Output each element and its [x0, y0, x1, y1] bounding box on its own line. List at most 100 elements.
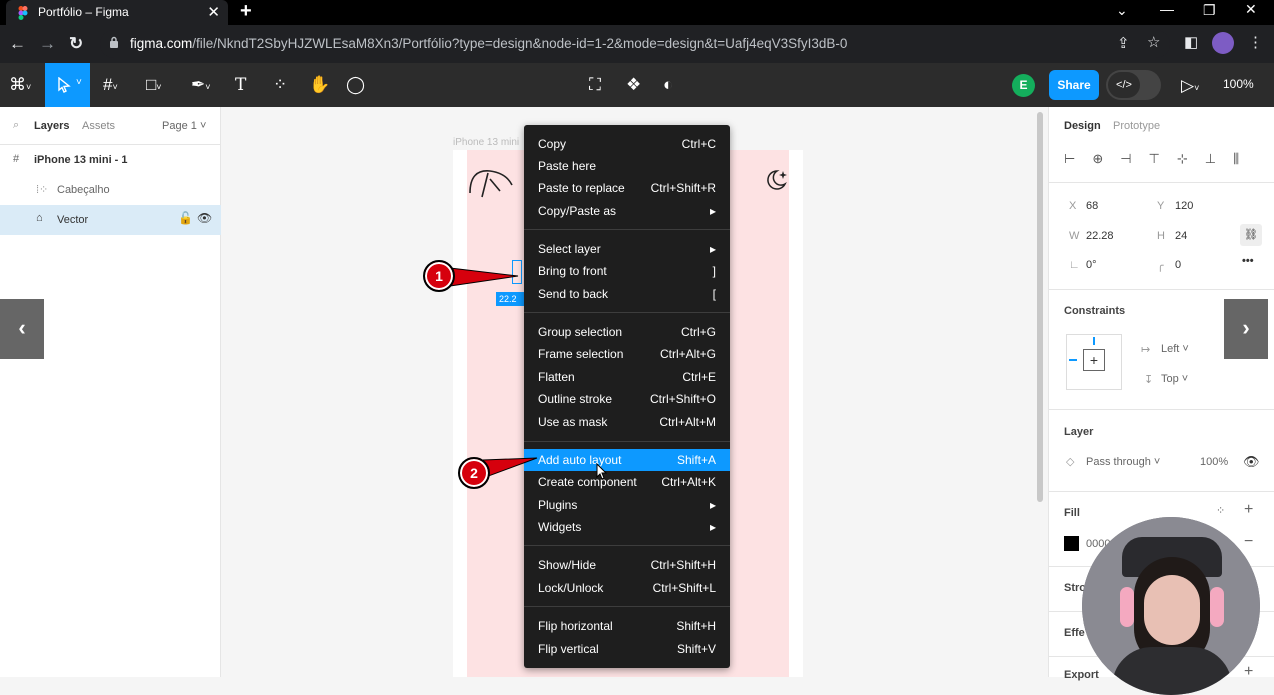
- next-slide-button[interactable]: ›: [1224, 299, 1268, 359]
- page-selector[interactable]: Page 1 ˅: [162, 120, 206, 132]
- search-icon[interactable]: ⌕: [13, 119, 19, 132]
- move-tool-button[interactable]: ˅: [45, 63, 90, 107]
- text-tool-icon[interactable]: T: [235, 75, 246, 95]
- alignment-icons[interactable]: ⊢⊕⊣⊤⊹⊥⫼: [1064, 151, 1256, 167]
- share-page-icon[interactable]: ⇪: [1117, 34, 1130, 52]
- figma-main-menu-icon[interactable]: ⌘˅: [9, 75, 31, 95]
- menu-item-flip-vertical[interactable]: Flip vertical Shift+V: [524, 638, 730, 660]
- menu-item-copy-paste-as[interactable]: Copy/Paste as ▸: [524, 200, 730, 222]
- minimize-icon[interactable]: —: [1160, 1, 1174, 17]
- menu-item-copy[interactable]: Copy Ctrl+C: [524, 133, 730, 155]
- constraints-widget[interactable]: +: [1066, 334, 1122, 390]
- present-play-icon[interactable]: ▷˅: [1181, 76, 1199, 96]
- layer-label: Vector: [57, 214, 89, 226]
- radius-input[interactable]: 0: [1175, 259, 1181, 271]
- menu-item-paste-here[interactable]: Paste here: [524, 155, 730, 177]
- x-input[interactable]: 68: [1086, 200, 1098, 212]
- visibility-eye-icon[interactable]: 👁: [197, 211, 212, 225]
- hand-tool-icon[interactable]: ✋: [309, 75, 330, 95]
- tab-prototype[interactable]: Prototype: [1113, 120, 1160, 132]
- new-tab-button[interactable]: +: [240, 0, 252, 23]
- share-button[interactable]: Share: [1049, 70, 1099, 100]
- component-icon[interactable]: ❖: [626, 75, 641, 95]
- fill-swatch[interactable]: [1064, 536, 1079, 551]
- menu-item-plugins[interactable]: Plugins ▸: [524, 494, 730, 516]
- forward-icon[interactable]: →: [39, 34, 56, 54]
- cursor-icon: [58, 77, 71, 93]
- width-input[interactable]: 22.28: [1086, 230, 1114, 242]
- menu-shortcut: Ctrl+Shift+L: [652, 581, 716, 595]
- constraint-h-value: Left: [1161, 343, 1180, 355]
- menu-item-select-layer[interactable]: Select layer ▸: [524, 238, 730, 260]
- shape-tool-icon[interactable]: □˅: [146, 75, 162, 95]
- dev-mode-toggle[interactable]: </>: [1106, 70, 1161, 100]
- bookmark-star-icon[interactable]: ☆: [1147, 33, 1160, 51]
- blend-mode-icon: ◇: [1066, 456, 1075, 468]
- tab-design[interactable]: Design: [1064, 120, 1101, 132]
- more-options-icon[interactable]: •••: [1242, 255, 1254, 267]
- profile-avatar[interactable]: [1212, 32, 1234, 54]
- frame-label[interactable]: iPhone 13 mini: [453, 137, 519, 148]
- contrast-icon[interactable]: ◐: [663, 75, 673, 95]
- style-grid-icon[interactable]: ⁘: [1216, 504, 1225, 517]
- chrome-menu-icon[interactable]: ⋮: [1248, 33, 1263, 51]
- menu-item-add-auto-layout[interactable]: Add auto layout Shift+A: [524, 449, 730, 471]
- menu-item-use-as-mask[interactable]: Use as mask Ctrl+Alt+M: [524, 411, 730, 433]
- constrain-proportions-icon[interactable]: ⛓: [1240, 224, 1262, 246]
- layer-row-group[interactable]: ⁞⁘ Cabeçalho: [0, 175, 221, 205]
- menu-item-bring-to-front[interactable]: Bring to front]: [524, 260, 730, 282]
- menu-item-frame-selection[interactable]: Frame selection Ctrl+Alt+G: [524, 343, 730, 365]
- menu-item-flip-horizontal[interactable]: Flip horizontal Shift+H: [524, 615, 730, 637]
- menu-label: Paste to replace: [538, 181, 625, 195]
- rotation-input[interactable]: 0°: [1086, 259, 1097, 271]
- window-close-icon[interactable]: ✕: [1245, 1, 1257, 18]
- menu-shortcut: Ctrl+Shift+O: [649, 392, 716, 406]
- menu-item-send-to-back[interactable]: Send to back [: [524, 283, 730, 305]
- zoom-level[interactable]: 100%: [1223, 77, 1254, 91]
- menu-item-widgets[interactable]: Widgets ▸: [524, 516, 730, 538]
- url-domain: figma.com: [130, 36, 193, 51]
- tab-search-icon[interactable]: ⌄: [1116, 2, 1128, 19]
- blend-mode-select[interactable]: Pass through ˅: [1086, 456, 1160, 468]
- menu-item-flatten[interactable]: Flatten Ctrl+E: [524, 366, 730, 388]
- constraint-h-select[interactable]: Left ˅: [1161, 343, 1189, 355]
- menu-item-outline-stroke[interactable]: Outline stroke Ctrl+Shift+O: [524, 388, 730, 410]
- menu-item-create-component[interactable]: Create component Ctrl+Alt+K: [524, 471, 730, 493]
- pen-tool-icon[interactable]: ✒˅: [191, 75, 211, 95]
- previous-slide-button[interactable]: ‹: [0, 299, 44, 359]
- side-panel-icon[interactable]: ◧: [1184, 33, 1198, 51]
- layer-row-vector[interactable]: ⌂ Vector 🔓 👁: [0, 205, 221, 235]
- collaborator-avatar[interactable]: E: [1012, 74, 1035, 97]
- layer-row-frame[interactable]: # iPhone 13 mini - 1: [0, 145, 221, 175]
- moon-icon[interactable]: [763, 167, 789, 193]
- browser-tab[interactable]: Portfólio – Figma ✕: [6, 0, 228, 25]
- tab-layers[interactable]: Layers: [34, 120, 69, 132]
- figma-favicon-icon: [18, 6, 28, 20]
- y-input[interactable]: 120: [1175, 200, 1193, 212]
- menu-item-paste-to-replace[interactable]: Paste to replace Ctrl+Shift+R: [524, 177, 730, 199]
- comment-icon[interactable]: ◯: [346, 75, 365, 95]
- resources-icon[interactable]: ⁘: [273, 75, 287, 95]
- menu-item-lock-unlock[interactable]: Lock/Unlock Ctrl+Shift+L: [524, 577, 730, 599]
- tab-assets[interactable]: Assets: [82, 120, 115, 132]
- lock-icon[interactable]: 🔓: [178, 211, 193, 225]
- restore-icon[interactable]: ❐: [1203, 2, 1216, 19]
- opacity-input[interactable]: 100%: [1200, 456, 1228, 468]
- mouse-cursor-icon: [596, 463, 608, 480]
- back-icon[interactable]: ←: [9, 34, 26, 54]
- tab-close-icon[interactable]: ✕: [207, 3, 220, 21]
- menu-label: Copy: [538, 137, 567, 151]
- visibility-eye-icon[interactable]: 👁: [1243, 454, 1260, 470]
- canvas-scrollbar[interactable]: [1037, 112, 1043, 502]
- height-input[interactable]: 24: [1175, 230, 1187, 242]
- menu-divider: [524, 545, 730, 546]
- menu-item-show-hide[interactable]: Show/Hide Ctrl+Shift+H: [524, 554, 730, 576]
- menu-divider: [524, 606, 730, 607]
- reload-icon[interactable]: ↻: [69, 34, 83, 54]
- select-matching-icon[interactable]: ⛶: [589, 75, 601, 95]
- menu-label: Select layer: [538, 242, 601, 256]
- menu-item-group-selection[interactable]: Group selection Ctrl+G: [524, 321, 730, 343]
- url-field[interactable]: figma.com/file/NkndT2SbyHJZWLEsaM8Xn3/Po…: [100, 30, 1170, 58]
- frame-tool-icon[interactable]: #˅: [103, 75, 118, 95]
- constraint-v-select[interactable]: Top ˅: [1161, 373, 1188, 385]
